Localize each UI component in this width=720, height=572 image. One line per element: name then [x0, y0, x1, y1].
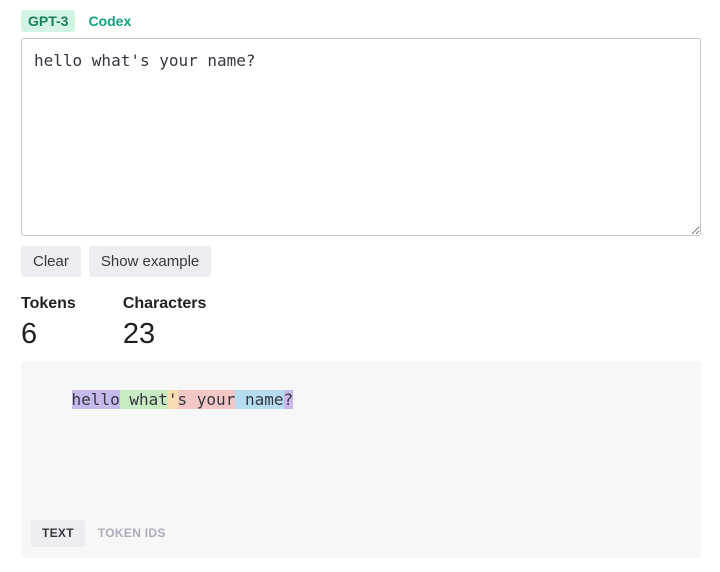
characters-label: Characters: [122, 295, 207, 312]
characters-stat: Characters 23: [123, 294, 207, 351]
tokens-stat: Tokens 6: [21, 294, 76, 351]
action-buttons: Clear Show example: [21, 246, 212, 277]
text-view-button[interactable]: TEXT: [31, 520, 85, 547]
token: s: [177, 390, 188, 409]
characters-count: 23: [122, 318, 156, 350]
model-tabs: GPT-3 Codex: [21, 10, 138, 32]
clear-button[interactable]: Clear: [21, 246, 81, 277]
prompt-textarea[interactable]: hello what's your name?: [21, 38, 701, 236]
show-example-button[interactable]: Show example: [88, 246, 212, 277]
token: name: [235, 390, 284, 409]
tokens-count: 6: [21, 318, 38, 350]
token: what: [119, 390, 168, 409]
tab-gpt3[interactable]: GPT-3: [21, 10, 76, 32]
token-highlight-text: hello what's your name?: [33, 373, 294, 427]
token-stats: Tokens 6 Characters 23: [21, 294, 253, 351]
token: your: [187, 390, 236, 409]
token: ?: [283, 390, 294, 409]
token: ': [167, 390, 178, 409]
view-toggle: TEXT TOKEN IDS: [31, 520, 177, 547]
tab-codex[interactable]: Codex: [81, 10, 138, 32]
token-ids-view-button[interactable]: TOKEN IDS: [87, 520, 177, 547]
tokens-label: Tokens: [21, 295, 76, 312]
tokenized-output: hello what's your name? TEXT TOKEN IDS: [21, 361, 701, 558]
token: hello: [71, 390, 120, 409]
